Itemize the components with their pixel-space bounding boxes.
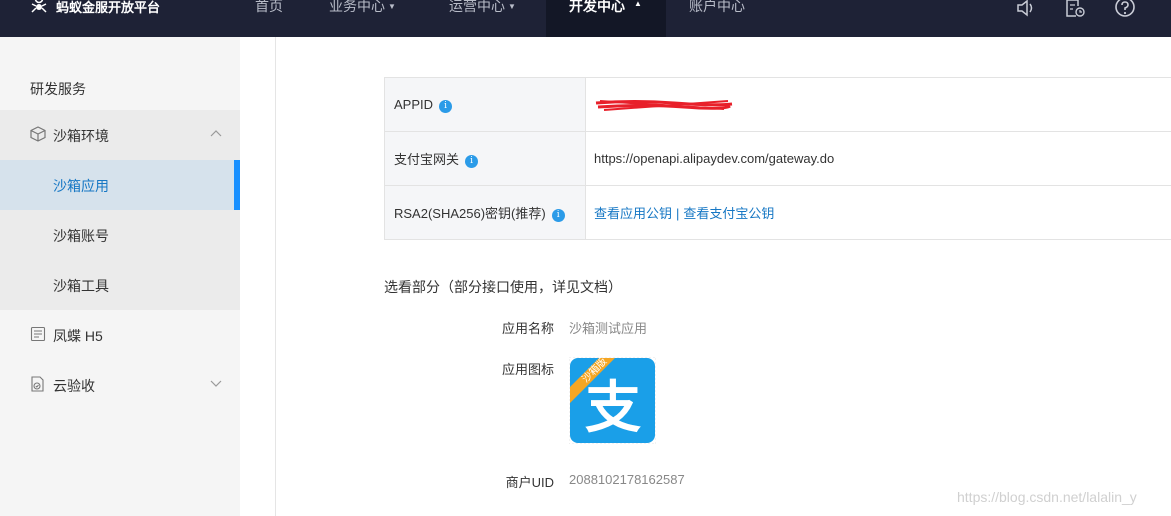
gateway-key-cell: 支付宝网关 i (384, 131, 586, 186)
nav-home[interactable]: 首页 (255, 0, 283, 37)
view-app-public-key-link[interactable]: 查看应用公钥 (594, 206, 672, 221)
rsa-value-cell: 查看应用公钥 | 查看支付宝公钥 (585, 185, 1171, 240)
cube-icon (30, 126, 46, 142)
sidebar-item-label: 沙箱账号 (53, 228, 109, 244)
sidebar-item-sandbox-account[interactable]: 沙箱账号 (0, 210, 240, 260)
appid-label: APPID (394, 96, 434, 112)
gateway-label: 支付宝网关 (394, 152, 460, 167)
app-info-table: APPID i 支付宝网关 i https://openapi.alipaydev.… (384, 77, 1171, 240)
nav-operations-label: 运营中心 (449, 0, 505, 14)
sidebar: 研发服务 沙箱环境 沙箱应用 沙箱账号 沙箱工具 凤蝶 H5 云验收 (0, 37, 240, 516)
sidebar-item-sandbox-tools[interactable]: 沙箱工具 (0, 260, 240, 310)
watermark: https://blog.csdn.net/lalalin_y (957, 489, 1137, 505)
nav-developer-center[interactable]: 开发中心 ▲ (546, 0, 666, 37)
info-icon[interactable]: i (439, 99, 453, 113)
sidebar-section-title: 研发服务 (30, 81, 86, 97)
appid-key-cell: APPID i (384, 77, 586, 132)
rsa-key-cell: RSA2(SHA256)密钥(推荐) i (384, 185, 586, 240)
sidebar-item-sandbox-app[interactable]: 沙箱应用 (0, 160, 240, 210)
speaker-icon[interactable] (1015, 0, 1037, 18)
caret-up-icon: ▲ (634, 0, 642, 8)
nav-account-label: 账户中心 (689, 0, 745, 14)
rsa-key-label: RSA2(SHA256)密钥(推荐) (394, 206, 546, 221)
view-alipay-public-key-link[interactable]: 查看支付宝公钥 (683, 206, 774, 221)
sidebar-item-fengdie-h5[interactable]: 凤蝶 H5 (0, 310, 240, 360)
sidebar-item-label: 沙箱应用 (53, 178, 109, 194)
nav-account-center[interactable]: 账户中心 (689, 0, 745, 37)
chevron-down-icon (210, 380, 222, 387)
sidebar-item-label: 沙箱工具 (53, 278, 109, 294)
link-separator: | (676, 206, 680, 221)
app-name-value: 沙箱测试应用 (569, 321, 648, 336)
nav-operations-center[interactable]: 运营中心 ▼ (449, 0, 516, 37)
sidebar-item-cloud-verify[interactable]: 云验收 (0, 360, 240, 410)
alipay-app-icon: 沙箱版 支 (569, 357, 656, 444)
content-divider (275, 37, 276, 516)
butterfly-icon (30, 326, 46, 342)
sidebar-item-label: 沙箱环境 (53, 128, 109, 144)
help-icon[interactable] (1114, 0, 1136, 18)
table-row: RSA2(SHA256)密钥(推荐) i 查看应用公钥 | 查看支付宝公钥 (384, 185, 1171, 240)
logo[interactable]: 蚂蚁金服开放平台 (28, 0, 160, 16)
appid-value-cell (585, 77, 1171, 132)
ant-logo-icon (31, 0, 47, 13)
merchant-uid-value: 2088102178162587 (569, 472, 685, 487)
chevron-up-icon (210, 130, 222, 137)
table-row: 支付宝网关 i https://openapi.alipaydev.com/gat… (384, 131, 1171, 186)
app-icon-label: 应用图标 (501, 362, 554, 377)
nav-business-label: 业务中心 (329, 0, 385, 14)
table-row: APPID i (384, 77, 1171, 132)
nav-developer-label: 开发中心 (569, 0, 625, 14)
optional-section-title: 选看部分（部分接口使用，详见文档） (384, 279, 622, 295)
app-icon-glyph: 支 (585, 376, 641, 441)
sidebar-item-label: 凤蝶 H5 (53, 328, 103, 344)
top-nav-bar: 蚂蚁金服开放平台 首页 业务中心 ▼ 运营中心 ▼ 开发中心 ▲ 账户中心 (0, 0, 1171, 37)
gateway-value-cell: https://openapi.alipaydev.com/gateway.do (585, 131, 1171, 186)
app-name-label: 应用名称 (501, 321, 554, 336)
merchant-uid-label: 商户UID (505, 475, 554, 490)
checklist-icon (31, 376, 44, 392)
sidebar-item-label: 云验收 (53, 378, 95, 394)
caret-down-icon: ▼ (508, 2, 516, 11)
redaction-scribble (595, 100, 733, 111)
document-clock-icon[interactable] (1064, 0, 1086, 18)
nav-business-center[interactable]: 业务中心 ▼ (329, 0, 396, 37)
nav-home-label: 首页 (255, 0, 283, 14)
gateway-url: https://openapi.alipaydev.com/gateway.do (594, 151, 835, 166)
info-icon[interactable]: i (551, 209, 565, 222)
info-icon[interactable]: i (465, 155, 479, 168)
sidebar-item-sandbox-env[interactable]: 沙箱环境 (0, 110, 240, 160)
caret-down-icon: ▼ (388, 2, 396, 11)
active-indicator (234, 160, 240, 210)
logo-text: 蚂蚁金服开放平台 (56, 0, 161, 15)
